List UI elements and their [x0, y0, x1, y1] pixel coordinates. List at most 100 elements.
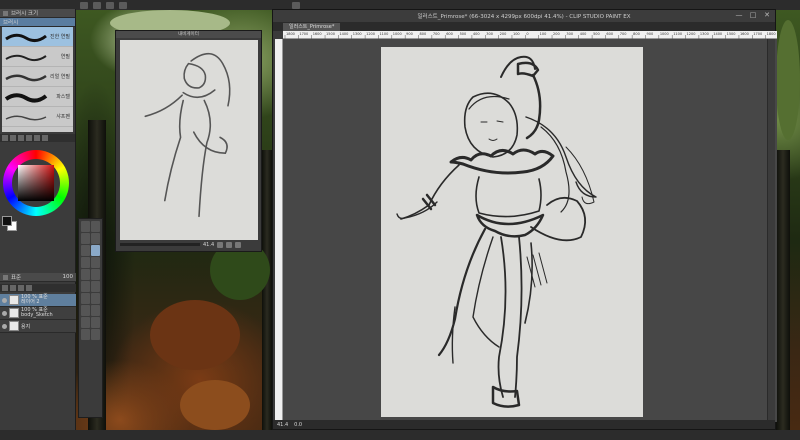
zoom-in-icon[interactable]	[226, 241, 233, 248]
layer-panel: 표준 100 100 % 표준 레이어 2 100 % 표준 body_Sket…	[0, 273, 76, 440]
ruler-tick-label: 800	[420, 32, 427, 36]
brush-stroke-icon	[5, 74, 47, 82]
airbrush-tool-icon[interactable]	[81, 269, 90, 280]
toolbar-icon[interactable]	[10, 135, 16, 141]
brush-panel-toolbar	[0, 134, 75, 142]
vertical-scrollbar[interactable]	[767, 39, 775, 422]
brush-item-label: 파스텔	[56, 94, 70, 100]
brush-item[interactable]: 리얼 연필	[2, 67, 73, 87]
toolbar-icon[interactable]	[18, 285, 24, 291]
toolbar-icon[interactable]	[10, 285, 16, 291]
text-tool-icon[interactable]	[91, 305, 100, 316]
foliage	[150, 300, 240, 370]
ruler-tick-label: 400	[473, 32, 480, 36]
lasso-tool-icon[interactable]	[91, 233, 100, 244]
ruler-tick-label: 300	[566, 32, 573, 36]
zoom-out-icon[interactable]	[217, 241, 224, 248]
minimize-button[interactable]: —	[735, 12, 743, 19]
brush-item[interactable]: 연필	[2, 47, 73, 67]
document-statusbar: 41.4 0.0	[273, 420, 775, 429]
ruler-tick-label: 200	[500, 32, 507, 36]
close-icon[interactable]	[3, 274, 8, 280]
main-color-swatch[interactable]	[2, 216, 12, 226]
vertical-ruler[interactable]	[275, 39, 283, 422]
navigator-title[interactable]: 내비게이터	[116, 31, 261, 38]
eye-icon[interactable]	[2, 310, 7, 316]
layer-thumbnail	[9, 295, 19, 305]
gradient-tool-icon[interactable]	[91, 293, 100, 304]
eye-icon[interactable]	[80, 1, 88, 9]
layer-row[interactable]: 100 % 표준 레이어 2	[0, 294, 76, 307]
brush-panel-tab[interactable]: 브러시 크기	[0, 9, 75, 18]
close-icon[interactable]	[3, 10, 8, 16]
opacity-value[interactable]: 100	[63, 274, 74, 280]
blend-mode-select[interactable]: 표준	[11, 273, 21, 281]
toolbar-icon[interactable]	[34, 135, 40, 141]
window-title: 일러스트_Primrose* (66-3024 x 4299px 600dpi …	[417, 14, 631, 20]
brush-stroke-icon	[4, 93, 48, 103]
ruler-tick-label: 1800	[286, 32, 295, 36]
blend-tool-icon[interactable]	[91, 281, 100, 292]
brush-item[interactable]: 샤프펜	[2, 107, 73, 127]
fill-tool-icon[interactable]	[81, 293, 90, 304]
document-tab[interactable]: 일러스트_Primrose*	[283, 23, 341, 31]
eye-icon[interactable]	[2, 297, 7, 303]
window-icon[interactable]	[106, 1, 114, 9]
zoom-status[interactable]: 41.4	[277, 422, 288, 428]
drawing-canvas[interactable]	[381, 47, 643, 417]
navigator-preview[interactable]	[120, 40, 258, 240]
brush-item[interactable]: 진한 연필	[2, 27, 73, 47]
brush-list: 진한 연필 연필 리얼 연필 파스텔 샤프펜	[2, 27, 73, 132]
decoration-tool-icon[interactable]	[91, 269, 100, 280]
toolbar-icon[interactable]	[2, 135, 8, 141]
window-icon[interactable]	[119, 1, 127, 9]
zoom-slider[interactable]	[120, 243, 200, 246]
figure-tool-icon[interactable]	[81, 305, 90, 316]
select-tool-icon[interactable]	[81, 233, 90, 244]
saturation-value-square[interactable]	[18, 165, 54, 201]
brush-stroke-icon	[5, 33, 47, 43]
close-button[interactable]: ✕	[763, 12, 771, 19]
horizontal-ruler[interactable]: 1800 1700 1600 1500 1400 1300 1200 1100 1000 900 8…	[283, 31, 777, 39]
brush-item-label: 연필	[60, 54, 70, 60]
ruler-tick-label: 1200	[366, 32, 375, 36]
balloon-tool-icon[interactable]	[81, 317, 90, 328]
toolbar-icon[interactable]	[18, 135, 24, 141]
ruler-tick-label: 1400	[713, 32, 722, 36]
ruler-tool-icon[interactable]	[91, 317, 100, 328]
angle-status[interactable]: 0.0	[294, 422, 302, 428]
ruler-tick-label: 1000	[660, 32, 669, 36]
operation-tool-icon[interactable]	[91, 329, 100, 340]
layer-row[interactable]: 100 % 표준 body_Sketch	[0, 307, 76, 320]
window-titlebar[interactable]: 일러스트_Primrose* (66-3024 x 4299px 600dpi …	[273, 10, 775, 22]
ruler-tick-label: 500	[460, 32, 467, 36]
eyedropper-icon[interactable]	[81, 245, 90, 256]
help-icon[interactable]	[292, 1, 300, 9]
eraser-tool-icon[interactable]	[81, 281, 90, 292]
brush-item[interactable]: 파스텔	[2, 87, 73, 107]
move-tool-icon[interactable]	[91, 221, 100, 232]
ruler-tick-label: 100	[540, 32, 547, 36]
toolbar-icon[interactable]	[2, 285, 8, 291]
brush-item-label: 샤프펜	[56, 114, 70, 120]
zoom-tool-icon[interactable]	[81, 221, 90, 232]
fit-icon[interactable]	[235, 241, 242, 248]
brush-tool-icon[interactable]	[91, 257, 100, 268]
eye-icon[interactable]	[2, 323, 7, 329]
zoom-value: 41.4	[203, 241, 215, 248]
toolbar-icon[interactable]	[26, 285, 32, 291]
layer-panel-tab[interactable]: 표준 100	[0, 273, 76, 282]
layer-row[interactable]: 용지	[0, 320, 76, 333]
pen-tool-icon[interactable]	[91, 245, 100, 256]
pencil-tool-icon[interactable]	[81, 257, 90, 268]
brush-subtab-label: 브러시	[3, 20, 19, 26]
window-icon[interactable]	[93, 1, 101, 9]
toolbar-icon[interactable]	[26, 135, 32, 141]
toolbar-icon[interactable]	[42, 135, 48, 141]
brush-item-label: 리얼 연필	[50, 74, 70, 80]
canvas-area[interactable]	[283, 39, 777, 422]
maximize-button[interactable]: □	[749, 12, 757, 19]
brush-subtab[interactable]: 브러시	[0, 18, 75, 27]
foliage	[180, 380, 250, 430]
correct-line-tool-icon[interactable]	[81, 329, 90, 340]
